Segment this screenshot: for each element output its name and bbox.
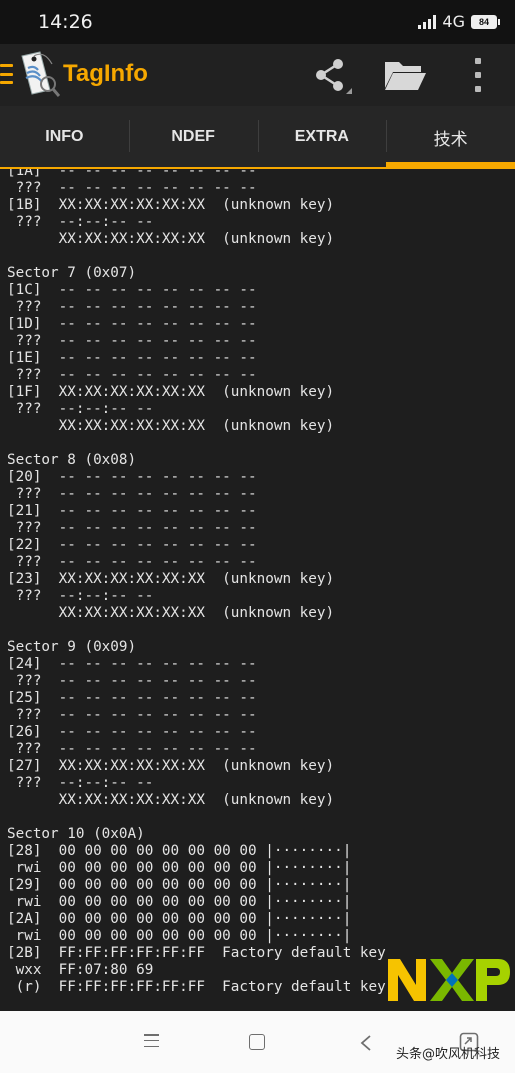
dump-line: XX:XX:XX:XX:XX:XX (unknown key) [7,231,335,247]
dump-line: [1A] -- -- -- -- -- -- -- -- [7,169,257,179]
dump-line: [1B] XX:XX:XX:XX:XX:XX (unknown key) [7,197,335,213]
status-bar: 14:26 4G 84 [0,0,515,44]
share-icon[interactable] [312,56,352,96]
folder-icon[interactable] [383,58,427,92]
menu-icon[interactable] [0,64,13,84]
nxp-logo [388,959,510,1001]
network-label: 4G [442,12,465,31]
dump-line: XX:XX:XX:XX:XX:XX (unknown key) [7,792,335,808]
dump-line: rwi 00 00 00 00 00 00 00 00 |········| [7,860,352,876]
dump-line: [2A] 00 00 00 00 00 00 00 00 |········| [7,911,352,927]
dump-line [7,435,386,452]
dump-line [7,622,386,639]
dump-line: [21] -- -- -- -- -- -- -- -- [7,503,257,519]
dump-line: ??? -- -- -- -- -- -- -- -- [7,299,257,315]
dump-line: ??? -- -- -- -- -- -- -- -- [7,707,257,723]
dump-line: ??? -- -- -- -- -- -- -- -- [7,367,257,383]
dump-line: rwi 00 00 00 00 00 00 00 00 |········| [7,894,352,910]
tab-extra[interactable]: EXTRA [257,106,387,168]
taginfo-logo-icon [21,51,60,97]
status-indicators: 4G 84 [418,12,500,31]
dump-line: [1D] -- -- -- -- -- -- -- -- [7,316,257,332]
dump-line [7,248,386,265]
dump-line: XX:XX:XX:XX:XX:XX (unknown key) [7,605,335,621]
dump-line: XX:XX:XX:XX:XX:XX (unknown key) [7,418,335,434]
dump-line: ??? -- -- -- -- -- -- -- -- [7,554,257,570]
dump-line: [28] 00 00 00 00 00 00 00 00 |········| [7,843,352,859]
dump-line: [1C] -- -- -- -- -- -- -- -- [7,282,257,298]
dump-line: ??? -- -- -- -- -- -- -- -- [7,180,257,196]
dump-line [7,809,386,826]
dump-line: ??? -- -- -- -- -- -- -- -- [7,486,257,502]
memory-dump-text: [1A] -- -- -- -- -- -- -- -- ??? -- -- -… [7,169,386,996]
tab-bar: INFO NDEF EXTRA 技术 [0,106,515,168]
system-nav-bar: 头条@吹风机科技 [0,1011,515,1073]
dump-line: [2B] FF:FF:FF:FF:FF:FF Factory default k… [7,945,386,961]
home-icon[interactable] [249,1034,265,1050]
watermark-text: 头条@吹风机科技 [396,1047,501,1062]
dump-line: [22] -- -- -- -- -- -- -- -- [7,537,257,553]
dump-line: ??? --:--:-- -- [7,401,154,417]
status-time: 14:26 [38,11,93,33]
dump-line: ??? --:--:-- -- [7,214,154,230]
dump-line: Sector 8 (0x08) [7,452,137,468]
dump-line: [1F] XX:XX:XX:XX:XX:XX (unknown key) [7,384,335,400]
dump-line: [1E] -- -- -- -- -- -- -- -- [7,350,257,366]
tab-tech[interactable]: 技术 [386,106,515,168]
dump-line: wxx FF:07:80 69 [7,962,154,978]
dump-line: Sector 10 (0x0A) [7,826,145,842]
back-icon[interactable] [359,1034,373,1052]
memory-dump-panel[interactable]: [1A] -- -- -- -- -- -- -- -- ??? -- -- -… [0,169,515,1011]
recents-icon[interactable] [144,1034,159,1047]
dump-line: [26] -- -- -- -- -- -- -- -- [7,724,257,740]
overflow-menu-icon[interactable] [470,58,486,92]
dump-line: ??? --:--:-- -- [7,588,154,604]
battery-icon: 84 [471,14,500,29]
dump-line: [20] -- -- -- -- -- -- -- -- [7,469,257,485]
dump-line: ??? -- -- -- -- -- -- -- -- [7,333,257,349]
dump-line: ??? -- -- -- -- -- -- -- -- [7,520,257,536]
dump-line: rwi 00 00 00 00 00 00 00 00 |········| [7,928,352,944]
dump-line: [23] XX:XX:XX:XX:XX:XX (unknown key) [7,571,335,587]
dump-line: ??? --:--:-- -- [7,775,154,791]
dump-line: [25] -- -- -- -- -- -- -- -- [7,690,257,706]
dump-line: (r) FF:FF:FF:FF:FF:FF Factory default ke… [7,979,386,995]
tab-ndef[interactable]: NDEF [128,106,258,168]
app-bar: TagInfo [0,44,515,106]
dump-line: [29] 00 00 00 00 00 00 00 00 |········| [7,877,352,893]
dump-line: [24] -- -- -- -- -- -- -- -- [7,656,257,672]
tab-info[interactable]: INFO [0,106,129,168]
dump-line: ??? -- -- -- -- -- -- -- -- [7,673,257,689]
dump-line: [27] XX:XX:XX:XX:XX:XX (unknown key) [7,758,335,774]
signal-icon [418,14,437,29]
dump-line: ??? -- -- -- -- -- -- -- -- [7,741,257,757]
app-title: TagInfo [63,60,148,87]
dump-line: Sector 7 (0x07) [7,265,137,281]
dump-line: Sector 9 (0x09) [7,639,137,655]
